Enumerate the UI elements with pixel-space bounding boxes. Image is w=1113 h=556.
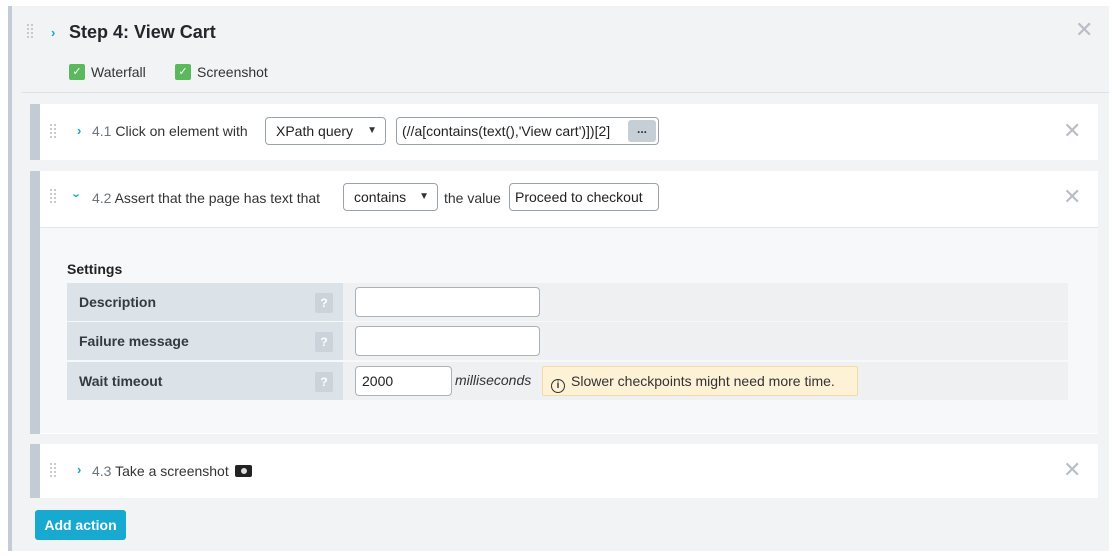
action-number: 4.2 bbox=[92, 190, 112, 206]
drag-handle-icon[interactable] bbox=[27, 24, 35, 40]
failure-message-label: Failure message bbox=[67, 322, 343, 360]
screenshot-checkbox[interactable]: ✓ Screenshot bbox=[175, 64, 268, 80]
more-button[interactable]: ... bbox=[628, 120, 656, 142]
drag-handle-icon[interactable] bbox=[50, 124, 58, 140]
failure-message-input[interactable] bbox=[355, 326, 540, 356]
timeout-warning: i Slower checkpoints might need more time… bbox=[542, 366, 858, 396]
help-icon[interactable]: ? bbox=[315, 372, 333, 392]
close-action-icon[interactable]: ✕ bbox=[1063, 121, 1081, 143]
chevron-down-icon[interactable]: › bbox=[70, 193, 85, 197]
step-panel: › Step 4: View Cart ✕ ✓ Waterfall ✓ Scre… bbox=[8, 6, 1109, 551]
wait-timeout-row: Wait timeout ? 2000 milliseconds i Slower… bbox=[67, 362, 1068, 400]
selector-type-select[interactable]: XPath query ▼ bbox=[265, 117, 386, 145]
close-step-icon[interactable]: ✕ bbox=[1075, 20, 1093, 42]
wait-timeout-input[interactable]: 2000 bbox=[355, 366, 452, 396]
step-title: Step 4: View Cart bbox=[69, 22, 216, 42]
chevron-down-icon: ▼ bbox=[367, 125, 377, 136]
action-card-4-3: › 4.3 Take a screenshot ✕ bbox=[30, 444, 1098, 498]
add-action-button[interactable]: Add action bbox=[35, 510, 126, 540]
chevron-right-icon[interactable]: › bbox=[77, 123, 81, 138]
description-input[interactable] bbox=[355, 287, 540, 317]
xpath-input[interactable]: (//a[contains(text(),'View cart')])[2] .… bbox=[396, 117, 659, 145]
settings-panel: Settings Description ? Failure message ?… bbox=[40, 227, 1098, 433]
milliseconds-label: milliseconds bbox=[455, 372, 532, 388]
action-text: Click on element with bbox=[115, 123, 248, 139]
match-type-select[interactable]: contains ▼ bbox=[343, 183, 438, 211]
action-card-4-2: › 4.2 Assert that the page has text that… bbox=[30, 171, 1098, 434]
xpath-value: (//a[contains(text(),'View cart')])[2] bbox=[402, 123, 611, 139]
action-text: Take a screenshot bbox=[115, 463, 229, 479]
warning-text: Slower checkpoints might need more time. bbox=[571, 373, 835, 389]
assert-value-input[interactable]: Proceed to checkout bbox=[509, 183, 659, 211]
screenshot-label: Screenshot bbox=[197, 64, 268, 80]
description-label: Description bbox=[67, 283, 343, 321]
failure-message-row: Failure message ? bbox=[67, 322, 1068, 360]
drag-handle-icon[interactable] bbox=[50, 463, 58, 479]
waterfall-label: Waterfall bbox=[91, 64, 146, 80]
match-type-value: contains bbox=[354, 189, 407, 205]
help-icon[interactable]: ? bbox=[315, 332, 333, 352]
chevron-down-icon: ▼ bbox=[419, 191, 429, 202]
wait-timeout-label: Wait timeout bbox=[67, 362, 343, 400]
action-number: 4.1 bbox=[92, 123, 112, 139]
info-icon: i bbox=[551, 379, 565, 393]
camera-icon bbox=[234, 465, 252, 477]
help-icon[interactable]: ? bbox=[315, 293, 333, 313]
close-action-icon[interactable]: ✕ bbox=[1063, 187, 1081, 209]
description-row: Description ? bbox=[67, 283, 1068, 321]
assert-value: Proceed to checkout bbox=[515, 189, 643, 205]
action-card-4-1: › 4.1 Click on element with XPath query … bbox=[30, 104, 1098, 160]
settings-heading: Settings bbox=[67, 261, 123, 277]
selector-type-value: XPath query bbox=[276, 123, 354, 139]
divider bbox=[22, 92, 1109, 93]
drag-handle-icon[interactable] bbox=[50, 189, 58, 205]
waterfall-checkbox[interactable]: ✓ Waterfall bbox=[69, 64, 146, 80]
action-number: 4.3 bbox=[92, 463, 112, 479]
close-action-icon[interactable]: ✕ bbox=[1063, 460, 1081, 482]
value-label: the value bbox=[444, 190, 501, 206]
check-icon: ✓ bbox=[69, 64, 85, 80]
chevron-right-icon[interactable]: › bbox=[77, 462, 81, 477]
action-text: Assert that the page has text that bbox=[114, 190, 321, 206]
chevron-right-icon[interactable]: › bbox=[51, 25, 55, 40]
check-icon: ✓ bbox=[175, 64, 191, 80]
